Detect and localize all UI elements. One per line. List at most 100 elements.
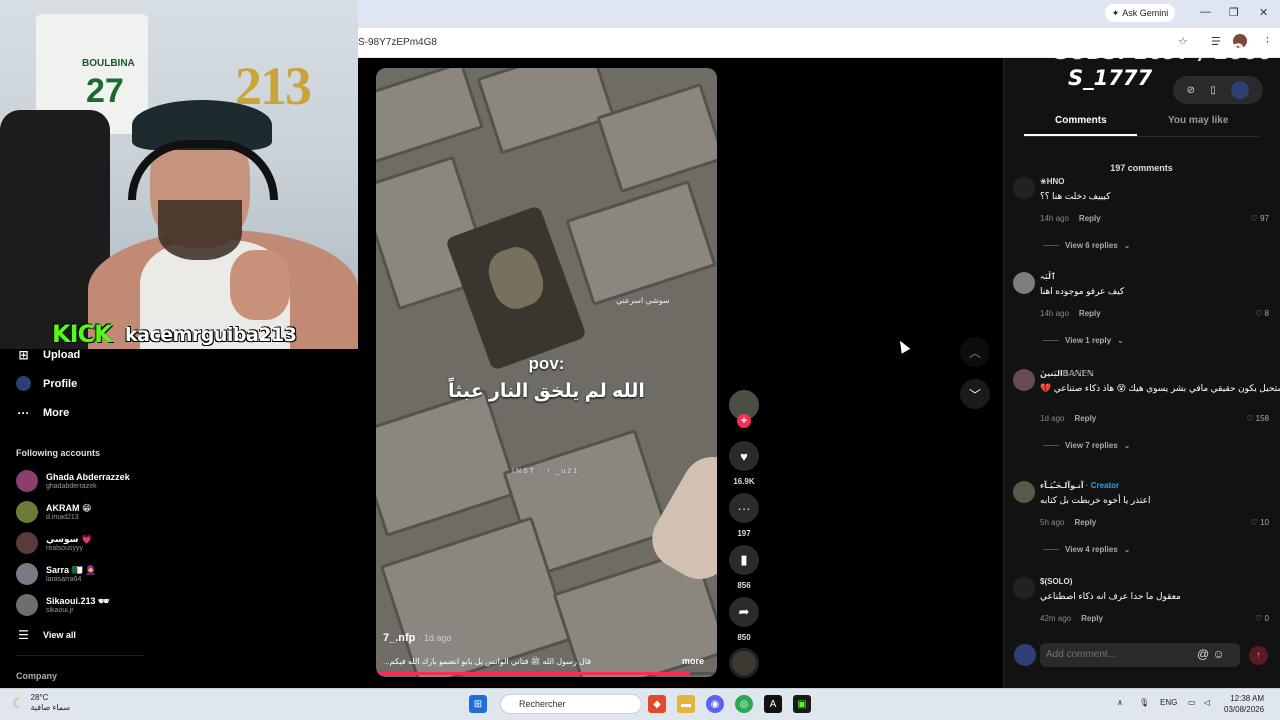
comment-icon[interactable]: ··· [729,493,759,523]
nav-profile[interactable]: Profile [16,376,77,391]
url-text[interactable]: S-98Y7zEPm4G8 [358,37,437,48]
view-replies-label: View 6 replies [1065,241,1118,250]
commenter-avatar[interactable] [1013,369,1035,391]
taskbar-clock[interactable]: 12:38 AM 03/08/2026 [1224,693,1264,715]
comment: ٱڵبَہ كيف عرفو موجوده اهنا 14h ago Reply … [1013,272,1273,352]
music-disc-icon[interactable] [729,648,759,678]
streamer-beard [158,200,242,260]
add-comment-input[interactable] [1046,649,1186,660]
phone-icon[interactable]: ▯ [1210,85,1216,96]
chrome-icon[interactable]: ◎ [735,695,753,713]
view-replies-button[interactable]: View 1 reply ⌄ [1043,336,1124,345]
comment-username[interactable]: البَنينَ𝔹𝔸ℕ𝔼ℕ [1040,369,1094,378]
save-action[interactable]: ▮ 856 [729,545,759,590]
brave-browser-icon[interactable]: ◆ [648,695,666,713]
maximize-icon[interactable]: ❐ [1229,6,1239,19]
like-action[interactable]: ♥ 16.9K [729,441,759,486]
bookmark-icon[interactable]: ▮ [729,545,759,575]
comment-user[interactable]: ❀HNO [1040,177,1064,186]
following-account[interactable]: Sarra 🇩🇿 🧕 larasarra64 [16,563,96,585]
mention-icon[interactable]: @ [1197,647,1209,661]
comment-username[interactable]: $(SOLO) [1040,577,1072,586]
windows-start-icon[interactable]: ⊞ [469,695,487,713]
video-progress-bar[interactable] [376,672,717,675]
nav-more[interactable]: ··· More [16,405,70,420]
account-handle: larasarra64 [46,575,82,583]
comment-likes[interactable]: ♡ 97 [1251,214,1269,223]
comment-text: كيف عرفو موجوده اهنا [1040,286,1125,296]
comment-username[interactable]: آنـوآلـڂـُيَـآء · Creator [1040,481,1119,490]
paving-stone [565,180,717,306]
following-account[interactable]: Sikaoui.213 🕶 sikaoui.jr [16,594,109,616]
minimize-icon[interactable]: — [1200,6,1211,18]
comment-user[interactable]: ٱڵبَہ [1040,272,1056,281]
creator-badge: · Creator [1085,481,1120,490]
taskbar-search[interactable]: Rechercher [500,694,642,714]
compass-icon[interactable]: ⊘ [1187,85,1195,96]
reply-button[interactable]: Reply [1074,518,1096,527]
comment-user[interactable]: البَنينَ𝔹𝔸ℕ𝔼ℕ [1040,369,1094,378]
next-video-button[interactable]: ﹀ [960,379,990,409]
comment-likes[interactable]: ♡ 10 [1251,518,1269,527]
video-more-button[interactable]: more [682,656,704,666]
reply-button[interactable]: Reply [1074,414,1096,423]
comment-action[interactable]: ··· 197 [729,493,759,538]
close-icon[interactable]: ✕ [1259,6,1268,19]
view-replies-label: View 4 replies [1065,545,1118,554]
divider [16,655,144,656]
view-replies-button[interactable]: View 6 replies ⌄ [1043,241,1130,250]
previous-video-button[interactable]: ︿ [960,337,990,367]
comment-username[interactable]: ٱڵبَہ [1040,272,1056,281]
account-name: Sarra 🇩🇿 🧕 [46,564,97,575]
send-arrow-icon[interactable]: ↑ [1249,646,1268,665]
network-icon[interactable]: ▭ [1188,698,1196,707]
weather-widget[interactable]: ☾ 28°C سماء صافية [12,693,70,713]
commenter-avatar[interactable] [1013,177,1035,199]
comment-user[interactable]: $(SOLO) [1040,577,1072,586]
following-account[interactable]: سوسي 💗 realsousyyy [16,532,92,554]
ask-gemini-button[interactable]: ✦ Ask Gemini [1105,4,1175,22]
heart-icon[interactable]: ♥ [729,441,759,471]
reply-button[interactable]: Reply [1079,214,1101,223]
view-replies-button[interactable]: View 7 replies ⌄ [1043,441,1130,450]
chevron-down-icon: ⌄ [1123,241,1131,250]
kick-username: kacemrguiba213 [125,324,297,346]
screen: ✦ Ask Gemini — ❐ ✕ S-98Y7zEPm4G8 ☆ ☰ ⋮ ⊞ U… [0,0,1280,720]
discord-icon[interactable]: ◉ [706,695,724,713]
reply-button[interactable]: Reply [1081,614,1103,623]
following-account[interactable]: Ghada Abderrazzek ghadabderrazek [16,470,130,492]
file-explorer-icon[interactable]: ▬ [677,695,695,713]
commenter-avatar[interactable] [1013,577,1035,599]
tab-you-may-like[interactable]: You may like [1168,115,1228,126]
commenter-avatar[interactable] [1013,481,1035,503]
user-avatar[interactable] [1231,81,1250,99]
view-all-link[interactable]: ☰ View all [16,627,76,642]
video-author[interactable]: 7_.nfp · 1d ago [383,632,452,644]
comment-likes[interactable]: ♡ 158 [1246,414,1269,423]
comment-likes[interactable]: ♡ 0 [1255,614,1269,623]
emoji-icon[interactable]: ☺ [1213,647,1225,661]
volume-icon[interactable]: ◁ [1204,698,1210,707]
video-author-name[interactable]: 7_.nfp [383,632,415,644]
app-a-icon[interactable]: A [764,695,782,713]
streamer-hand [230,250,290,320]
following-account[interactable]: AKRAM 😁 d.imad213 [16,501,91,523]
kick-app-icon[interactable]: ▣ [793,695,811,713]
commenter-avatar[interactable] [1013,272,1035,294]
nav-upload[interactable]: ⊞ Upload [16,347,80,362]
video-player[interactable]: سوشي اسرعني pov: الله لم يلخق النار عبثا… [376,68,717,677]
language-indicator[interactable]: ENG [1160,698,1177,707]
comment-user[interactable]: آنـوآلـڂـُيَـآء [1040,481,1084,490]
share-action[interactable]: ➦ 850 [729,597,759,642]
microphone-icon[interactable]: 🎙 [1139,698,1149,707]
company-link[interactable]: Company [16,671,57,681]
save-count: 856 [737,581,751,590]
tab-comments[interactable]: Comments [1055,115,1107,126]
comment-username[interactable]: ❀HNO [1040,177,1064,186]
view-replies-button[interactable]: View 4 replies ⌄ [1043,545,1130,554]
comment-likes[interactable]: ♡ 8 [1255,309,1269,318]
tray-chevron-icon[interactable]: ∧ [1117,698,1123,707]
share-icon[interactable]: ➦ [729,597,759,627]
follow-plus-icon[interactable]: + [737,414,751,428]
reply-button[interactable]: Reply [1079,309,1101,318]
